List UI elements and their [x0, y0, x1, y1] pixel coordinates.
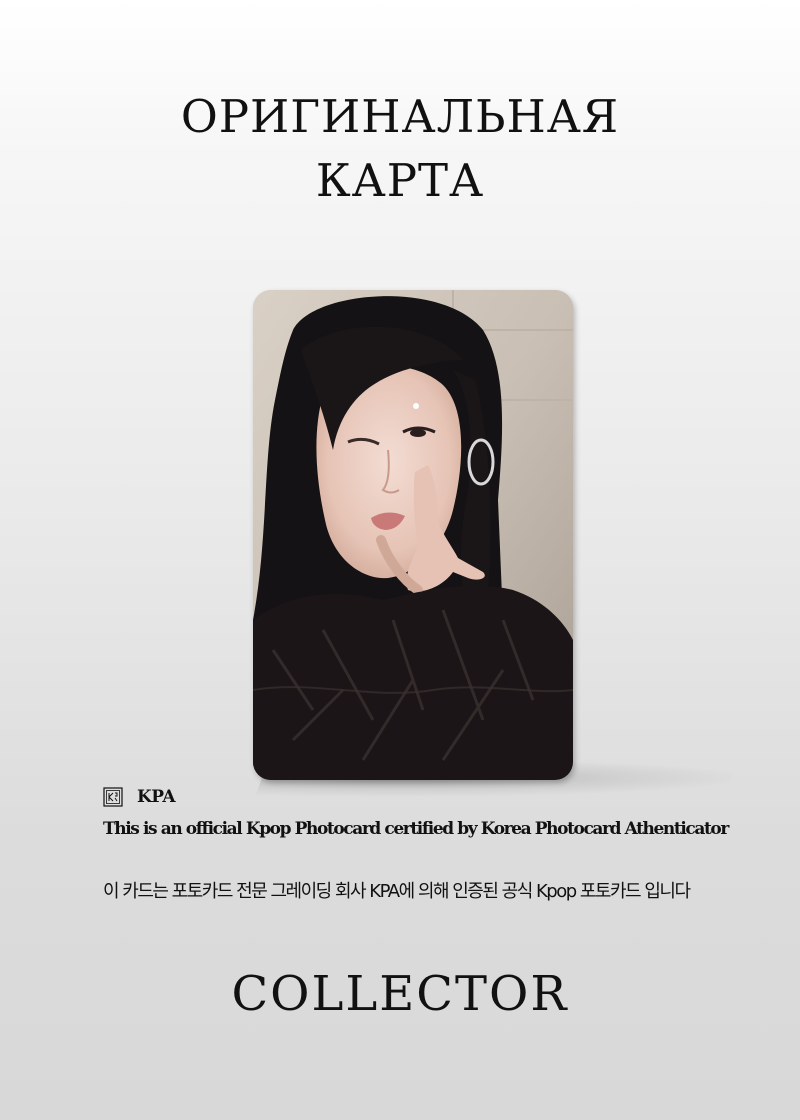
certificate-english-text: This is an official Kpop Photocard certi… — [103, 819, 729, 839]
photocard — [253, 290, 573, 780]
kpa-row: KPA — [103, 785, 176, 809]
photocard-image — [253, 290, 573, 780]
collector-label: COLLECTOR — [231, 966, 569, 1022]
page-title-line1: ОРИГИНАЛЬНАЯ — [180, 90, 620, 143]
kpa-brand: KPA — [137, 787, 176, 807]
page-title-line2: КАРТА — [315, 154, 485, 207]
kpa-logo-icon — [103, 787, 123, 807]
certificate-korean-text: 이 카드는 포토카드 전문 그레이딩 회사 KPA에 의해 인증된 공식 Kpo… — [103, 881, 691, 902]
